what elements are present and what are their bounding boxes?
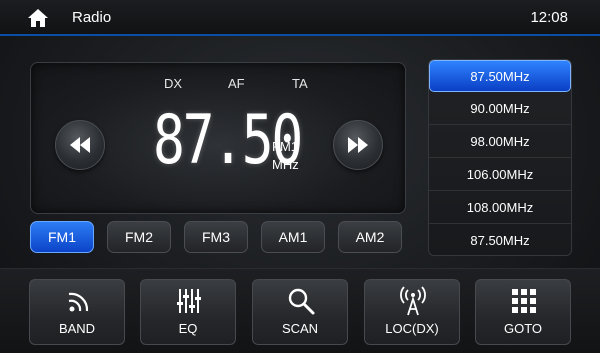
current-band: FM1 (272, 139, 298, 154)
eq-button-label: EQ (178, 321, 198, 336)
goto-button[interactable]: GOTO (475, 279, 571, 345)
preset-item[interactable]: 90.00MHz (429, 93, 571, 125)
band-button[interactable]: BAND (29, 279, 125, 345)
preset-item[interactable]: 106.00MHz (429, 159, 571, 191)
preset-list: 87.50MHz 90.00MHz 98.00MHz 106.00MHz 108… (428, 59, 572, 256)
goto-button-label: GOTO (503, 321, 543, 336)
frequency-unit: MHz (272, 157, 299, 172)
frequency-display: DX AF TA 87.50 FM1 MHz (30, 62, 406, 214)
band-am2-button[interactable]: AM2 (338, 221, 402, 253)
clock: 12:08 (530, 9, 568, 26)
page-title: Radio (72, 9, 112, 26)
scan-button[interactable]: SCAN (252, 279, 348, 345)
seek-forward-button[interactable] (333, 120, 383, 170)
equalizer-icon (177, 289, 201, 313)
scan-button-label: SCAN (281, 321, 319, 336)
antenna-icon (400, 286, 426, 316)
rewind-icon (70, 137, 90, 153)
dx-indicator: DX (164, 76, 183, 91)
fast-forward-icon (348, 137, 368, 153)
band-am1-button[interactable]: AM1 (261, 221, 325, 253)
seek-back-button[interactable] (55, 120, 105, 170)
band-fm2-button[interactable]: FM2 (107, 221, 171, 253)
preset-item[interactable]: 98.00MHz (429, 126, 571, 158)
function-bar: BAND EQ SCAN LOC(DX) GOTO (0, 268, 600, 353)
keypad-icon (512, 289, 536, 313)
band-fm1-button[interactable]: FM1 (30, 221, 94, 253)
home-icon[interactable] (27, 8, 49, 28)
eq-button[interactable]: EQ (140, 279, 236, 345)
af-indicator: AF (228, 76, 245, 91)
preset-item[interactable]: 87.50MHz (429, 225, 571, 255)
top-bar: Radio 12:08 (0, 0, 600, 36)
band-fm3-button[interactable]: FM3 (184, 221, 248, 253)
loc-dx-button-label: LOC(DX) (385, 321, 439, 336)
ta-indicator: TA (292, 76, 308, 91)
band-signal-icon (68, 292, 89, 312)
preset-item[interactable]: 108.00MHz (429, 192, 571, 224)
search-icon (288, 288, 315, 315)
loc-dx-button[interactable]: LOC(DX) (364, 279, 460, 345)
band-button-label: BAND (58, 321, 96, 336)
preset-item[interactable]: 87.50MHz (429, 60, 571, 92)
